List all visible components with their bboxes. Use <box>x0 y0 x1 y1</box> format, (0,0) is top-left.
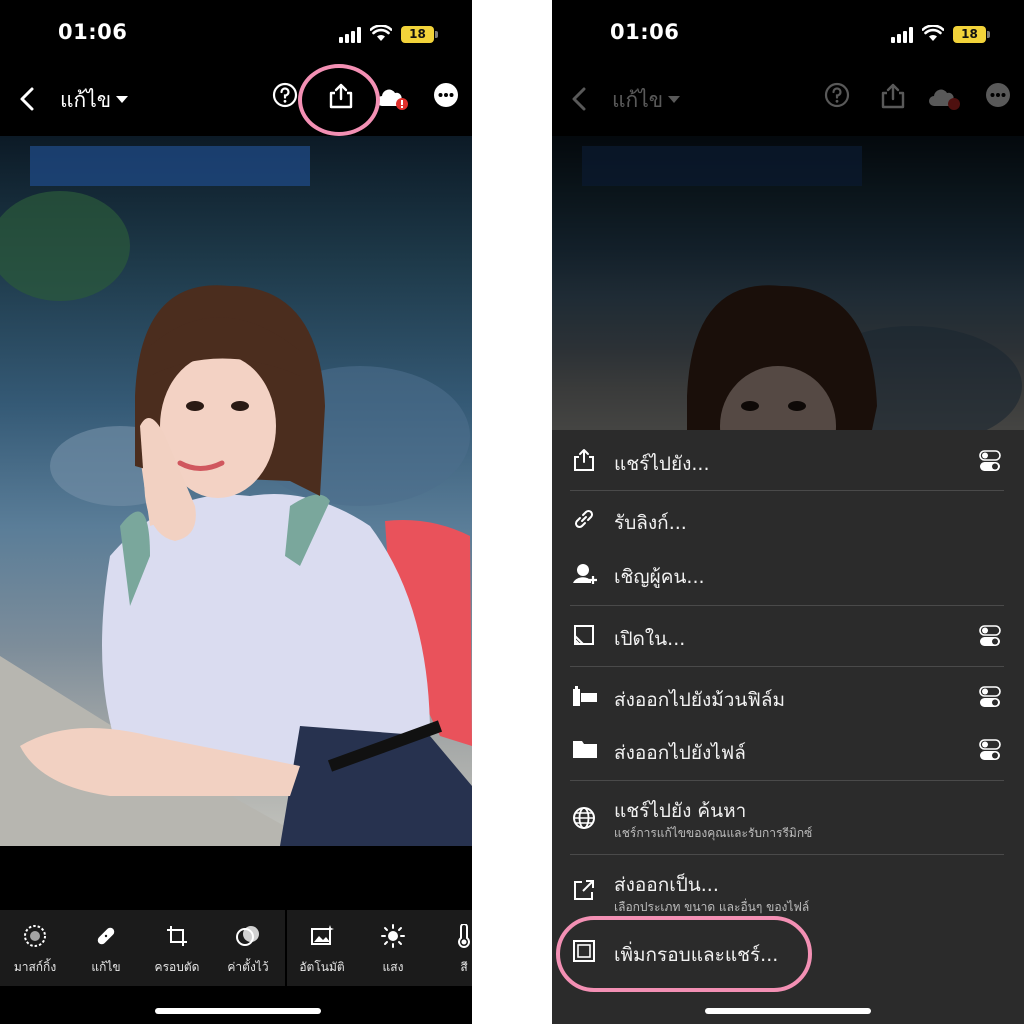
tool-masking[interactable]: มาสก์กิ้ง <box>0 910 70 986</box>
cellular-signal-icon <box>891 27 913 43</box>
auto-icon <box>311 925 334 945</box>
menu-separator <box>570 780 1004 781</box>
crop-icon <box>167 926 187 946</box>
tool-label: มาสก์กิ้ง <box>13 960 57 974</box>
mode-title[interactable]: แก้ไข <box>60 84 111 117</box>
cloud-sync-alert-icon <box>929 89 960 110</box>
battery-indicator: 18 <box>953 26 986 43</box>
share-menu-screen: 01:06 18 แก้ไข แชร์ไปยัง... รับลิงก์... … <box>552 0 1024 1024</box>
color-icon <box>458 924 470 948</box>
photo-preview <box>0 136 472 846</box>
battery-indicator: 18 <box>401 26 434 43</box>
open-in-icon <box>574 625 594 645</box>
back-chevron-icon[interactable] <box>18 86 36 112</box>
link-icon <box>574 509 594 529</box>
share-button-highlight-circle <box>298 64 380 136</box>
menu-item-open-in[interactable]: เปิดใน... <box>552 610 1024 662</box>
menu-separator <box>570 490 1004 491</box>
menu-label: ส่งออกเป็น... <box>614 874 719 896</box>
globe-icon <box>573 807 595 829</box>
home-indicator <box>705 1008 871 1014</box>
top-navigation-bar: แก้ไข <box>552 70 1024 136</box>
mode-dropdown-caret-icon[interactable] <box>116 96 128 103</box>
menu-label: เชิญผู้คน... <box>614 566 705 588</box>
tool-label: ค่าตั้งไว้ <box>227 960 269 974</box>
menu-label: รับลิงก์... <box>614 512 687 534</box>
menu-item-export-files[interactable]: ส่งออกไปยังไฟล์ <box>552 724 1024 776</box>
menu-sublabel: แชร์การแก้ไขของคุณและรับการรีมิกซ์ <box>614 826 813 840</box>
tool-light[interactable]: แสง <box>358 910 428 986</box>
menu-label: แชร์ไปยัง ค้นหา <box>614 800 747 822</box>
status-bar: 01:06 18 <box>0 0 472 70</box>
masking-icon <box>24 925 46 947</box>
more-options-icon[interactable] <box>433 82 459 108</box>
tool-auto[interactable]: อัตโนมัติ <box>287 910 357 986</box>
healing-icon <box>97 927 115 945</box>
menu-item-get-link[interactable]: รับลิงก์... <box>552 494 1024 546</box>
menu-item-share-to[interactable]: แชร์ไปยัง... <box>552 435 1024 487</box>
mode-title: แก้ไข <box>612 88 664 112</box>
share-icon <box>881 83 905 109</box>
settings-toggle-icon[interactable] <box>979 450 1001 472</box>
help-icon <box>824 82 850 108</box>
portrait-photo <box>582 146 1022 430</box>
tool-label: แสง <box>382 960 404 974</box>
tool-label: แก้ไข <box>91 960 121 974</box>
edit-tools-toolbar: มาสก์กิ้ง แก้ไข ครอบตัด ค่าตั้งไว้ อัตโน… <box>0 910 472 986</box>
tool-healing[interactable]: แก้ไข <box>71 910 141 986</box>
tool-crop[interactable]: ครอบตัด <box>142 910 212 986</box>
menu-label: เปิดใน... <box>614 628 686 650</box>
help-icon[interactable] <box>272 82 298 108</box>
cloud-sync-alert-icon[interactable] <box>376 86 410 112</box>
more-options-icon <box>986 83 1010 107</box>
menu-separator <box>570 854 1004 855</box>
battery-tip <box>987 31 990 38</box>
wifi-icon <box>922 25 944 41</box>
status-bar: 01:06 18 <box>552 0 1024 70</box>
wifi-icon <box>370 25 392 41</box>
menu-label: แชร์ไปยัง... <box>614 453 710 475</box>
cellular-signal-icon <box>339 27 361 43</box>
editor-screen: 01:06 18 แก้ไข มาสก์กิ้ง แก้ไข ครอบตัด ค… <box>0 0 472 1024</box>
tool-color[interactable]: สี <box>429 910 472 986</box>
folder-icon <box>573 741 597 758</box>
menu-separator <box>570 666 1004 667</box>
tool-label: สี <box>460 960 468 974</box>
tool-label: ครอบตัด <box>154 960 200 974</box>
mode-dropdown-caret-icon <box>668 96 680 103</box>
settings-toggle-icon[interactable] <box>979 625 1001 647</box>
status-time: 01:06 <box>610 20 680 44</box>
status-time: 01:06 <box>58 20 128 44</box>
menu-label: ส่งออกไปยังม้วนฟิล์ม <box>614 689 786 711</box>
share-icon <box>574 449 594 471</box>
add-frame-highlight-circle <box>556 916 812 992</box>
settings-toggle-icon[interactable] <box>979 686 1001 708</box>
camera-roll-icon <box>573 686 597 706</box>
tool-label: อัตโนมัติ <box>299 960 345 974</box>
light-icon <box>381 924 405 948</box>
presets-icon <box>236 926 259 946</box>
settings-toggle-icon[interactable] <box>979 739 1001 761</box>
menu-item-export-camera-roll[interactable]: ส่งออกไปยังม้วนฟิล์ม <box>552 671 1024 723</box>
menu-separator <box>570 605 1004 606</box>
invite-people-icon <box>573 564 597 584</box>
menu-item-invite-people[interactable]: เชิญผู้คน... <box>552 548 1024 600</box>
menu-label: ส่งออกไปยังไฟล์ <box>614 742 746 764</box>
battery-tip <box>435 31 438 38</box>
tool-presets[interactable]: ค่าตั้งไว้ <box>213 910 283 986</box>
photo-preview-dimmed <box>552 136 1024 430</box>
menu-item-share-discover[interactable]: แชร์ไปยัง ค้นหา แชร์การแก้ไขของคุณและรับ… <box>552 792 1024 852</box>
home-indicator <box>155 1008 321 1014</box>
top-navigation-bar: แก้ไข <box>0 70 472 136</box>
export-as-icon <box>574 880 594 900</box>
back-chevron-icon <box>572 87 586 111</box>
menu-sublabel: เลือกประเภท ขนาด และอื่นๆ ของไฟล์ <box>614 900 810 914</box>
portrait-photo <box>0 146 472 846</box>
